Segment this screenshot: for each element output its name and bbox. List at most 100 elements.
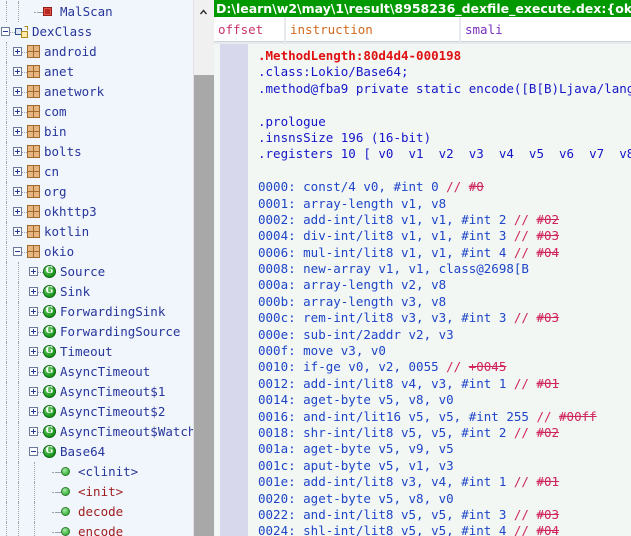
tree-item-label: android: [44, 44, 97, 59]
expand-icon[interactable]: [13, 207, 22, 216]
tree-item-asynctimeout[interactable]: G AsyncTimeout: [0, 362, 193, 382]
tree-item-decode[interactable]: decode: [0, 502, 193, 522]
code-line: 000a: array-length v2, v8: [258, 277, 631, 293]
tree-guide-line: [18, 322, 20, 342]
tree-item-forwardingsink[interactable]: G ForwardingSink: [0, 302, 193, 322]
code-segment: 0000: const/4 v0, #int 0: [258, 179, 447, 195]
code-segment: 000e: sub-int/2addr v2, v3: [258, 326, 454, 342]
tree-guide-line: [6, 522, 8, 536]
expand-icon[interactable]: [29, 387, 38, 396]
column-header-instruction[interactable]: instruction: [286, 17, 459, 42]
expand-icon[interactable]: [29, 267, 38, 276]
expand-icon[interactable]: [13, 87, 22, 96]
class-icon: G: [43, 305, 56, 318]
expand-icon[interactable]: [29, 367, 38, 376]
expand-icon[interactable]: [13, 167, 22, 176]
package-icon: [27, 225, 40, 238]
tree-guide-line: [6, 342, 8, 362]
package-icon: [27, 185, 40, 198]
expand-icon[interactable]: [13, 187, 22, 196]
tree-item-label: encode: [78, 524, 124, 536]
code-segment: //: [513, 228, 537, 244]
column-header-smali[interactable]: smali: [461, 17, 631, 42]
scrollbar-thumb[interactable]: [194, 75, 214, 536]
tree-item-asynctimeout-1[interactable]: G AsyncTimeout$1: [0, 382, 193, 402]
package-icon: [27, 245, 40, 258]
code-segment: //: [513, 310, 537, 326]
tree-item--clinit-[interactable]: <clinit>: [0, 462, 193, 482]
tree-guide-line: [6, 482, 8, 502]
code-line: 0008: new-array v1, v1, class@2698[B: [258, 261, 631, 277]
code-segment: +0045: [468, 359, 507, 375]
tree-item-sink[interactable]: G Sink: [0, 282, 193, 302]
tree-item-okhttp3[interactable]: okhttp3: [0, 202, 193, 222]
tree-item-okio[interactable]: okio: [0, 242, 193, 262]
code-segment: 0008: new-array v1, v1, class@2698[B: [258, 261, 529, 277]
code-line: 000e: sub-int/2addr v2, v3: [258, 327, 631, 343]
tree-item-com[interactable]: com: [0, 102, 193, 122]
tree-vertical-scrollbar[interactable]: [193, 0, 214, 536]
code-view[interactable]: .MethodLength:80d4d4-000198 .class:Lokio/…: [214, 44, 631, 536]
expand-icon[interactable]: [29, 427, 38, 436]
tree-guide-line: [18, 262, 20, 282]
tree-item-anetwork[interactable]: anetwork: [0, 82, 193, 102]
tree-item-asynctimeout-2[interactable]: G AsyncTimeout$2: [0, 402, 193, 422]
tree-guide-line: [6, 262, 8, 282]
collapse-icon[interactable]: [1, 27, 10, 36]
tree-item-org[interactable]: org: [0, 182, 193, 202]
tree-guide-line: [18, 402, 20, 422]
column-header-offset[interactable]: offset: [214, 17, 284, 42]
tree-guide-line: [6, 322, 8, 342]
expand-icon[interactable]: [29, 307, 38, 316]
tree-item-cn[interactable]: cn: [0, 162, 193, 182]
tree-item-source[interactable]: G Source: [0, 262, 193, 282]
tree-item-kotlin[interactable]: kotlin: [0, 222, 193, 242]
tree-guide-line: [6, 402, 8, 422]
tree-item-label: <init>: [78, 484, 124, 499]
expand-icon[interactable]: [13, 147, 22, 156]
tree-item-base64[interactable]: G Base64: [0, 442, 193, 462]
tree-item-asynctimeout-watchdog[interactable]: G AsyncTimeout$Watchdog: [0, 422, 193, 442]
code-segment: #02: [536, 211, 560, 227]
collapse-icon[interactable]: [13, 247, 22, 256]
code-line: 0012: add-int/lit8 v4, v3, #int 1 // #01: [258, 376, 631, 392]
scroll-up-button[interactable]: [194, 0, 214, 22]
expand-icon[interactable]: [13, 127, 22, 136]
expand-icon[interactable]: [29, 327, 38, 336]
code-segment: #02: [536, 424, 560, 440]
code-line: 0010: if-ge v0, v2, 0055 // +0045: [258, 359, 631, 375]
tree-guide-line: [34, 462, 36, 482]
expand-icon[interactable]: [29, 407, 38, 416]
expand-icon[interactable]: [13, 227, 22, 236]
collapse-icon[interactable]: [29, 447, 38, 456]
code-line: .registers 10 [ v0 v1 v2 v3 v4 v5 v6 v7 …: [258, 146, 631, 162]
tree-item-dexclass[interactable]: DexClass: [0, 22, 193, 42]
dex-class-tree[interactable]: HexViewMalScanDexClassandroidanetanetwor…: [0, 0, 193, 536]
tree-item-timeout[interactable]: G Timeout: [0, 342, 193, 362]
expand-icon[interactable]: [13, 67, 22, 76]
tree-guide-line: [18, 522, 20, 536]
tree-guide-line: [6, 182, 8, 202]
tree-guide-line: [6, 382, 8, 402]
expand-icon[interactable]: [13, 107, 22, 116]
code-segment: 0002: add-int/lit8 v1, v1, #int 2: [258, 211, 514, 227]
expand-icon[interactable]: [29, 287, 38, 296]
tree-item-malscan[interactable]: MalScan: [0, 2, 193, 22]
code-segment: //: [513, 474, 537, 490]
tree-item-android[interactable]: android: [0, 42, 193, 62]
package-icon: [27, 105, 40, 118]
code-line: 0004: div-int/lit8 v1, v1, #int 3 // #03: [258, 228, 631, 244]
code-segment: 0004: div-int/lit8 v1, v1, #int 3: [258, 228, 514, 244]
expand-icon[interactable]: [29, 347, 38, 356]
tree-item--init-[interactable]: <init>: [0, 482, 193, 502]
code-line: .insnsSize 196 (16-bit): [258, 130, 631, 146]
tree-item-forwardingsource[interactable]: G ForwardingSource: [0, 322, 193, 342]
expand-icon[interactable]: [13, 47, 22, 56]
tree-item-bin[interactable]: bin: [0, 122, 193, 142]
tree-item-label: AsyncTimeout: [60, 364, 151, 379]
tree-item-anet[interactable]: anet: [0, 62, 193, 82]
tree-item-encode[interactable]: encode: [0, 522, 193, 536]
tree-guide-line: [6, 122, 8, 142]
tree-item-bolts[interactable]: bolts: [0, 142, 193, 162]
package-icon: [27, 85, 40, 98]
